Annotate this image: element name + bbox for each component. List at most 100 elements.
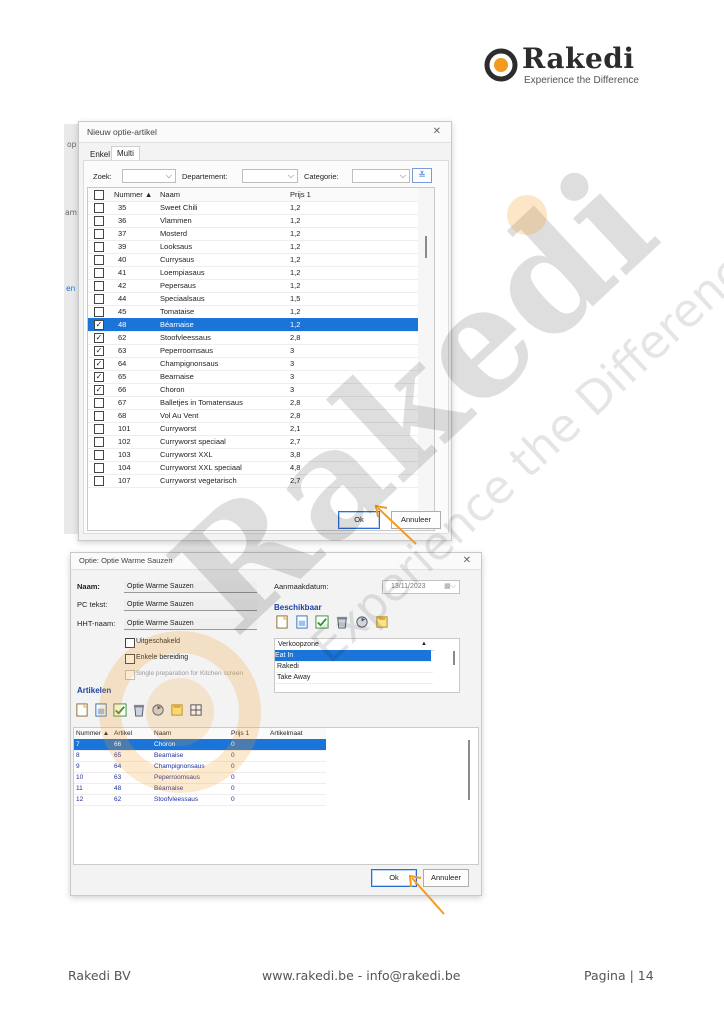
cell-naam: Vol Au Vent <box>160 411 199 420</box>
grid-scrollbar[interactable] <box>418 188 434 530</box>
sales-zone-item[interactable]: Take Away <box>275 672 433 684</box>
table-row[interactable]: 67 Balletjes in Tomatensaus 2,8 <box>88 396 418 410</box>
new-icon[interactable] <box>275 615 289 629</box>
cell-nummer: 103 <box>118 450 131 459</box>
table-row[interactable]: 35 Sweet Chili 1,2 <box>88 201 418 215</box>
table-row[interactable]: 44 Speciaalsaus 1,5 <box>88 292 418 306</box>
cell-nummer: 36 <box>118 216 127 225</box>
row-checkbox[interactable] <box>94 450 104 460</box>
column-header-nummer[interactable]: Nummer ▲ <box>114 188 152 201</box>
row-checkbox[interactable] <box>94 307 104 317</box>
department-select[interactable]: ⌵ <box>242 169 298 183</box>
scrollbar-thumb[interactable] <box>468 740 470 800</box>
column-header-artikelmaat[interactable]: Artikelmaat <box>270 728 303 739</box>
scrollbar-thumb[interactable] <box>425 236 427 258</box>
note-icon[interactable] <box>170 703 184 717</box>
table-row[interactable]: 12 62 Stoofvleessaus 0 <box>74 794 326 806</box>
pc-text-label: PC tekst: <box>77 600 108 609</box>
table-row[interactable]: 107 Curryworst vegetarisch 2,7 <box>88 474 418 488</box>
row-checkbox[interactable] <box>94 476 104 486</box>
row-checkbox[interactable] <box>94 437 104 447</box>
row-checkbox[interactable] <box>94 281 104 291</box>
search-input[interactable]: ⌵ <box>122 169 176 183</box>
dialog-title: Nieuw optie-artikel <box>87 127 157 137</box>
note-icon[interactable] <box>375 615 389 629</box>
table-row[interactable]: 45 Tomataise 1,2 <box>88 305 418 319</box>
hht-name-input[interactable]: Optie Warme Sauzen <box>124 618 257 630</box>
cell-nummer: 39 <box>118 242 127 251</box>
table-row[interactable]: ✓ 66 Choron 3 <box>88 383 418 397</box>
table-row[interactable]: ✓ 62 Stoofvleessaus 2,8 <box>88 331 418 345</box>
row-checkbox[interactable] <box>94 203 104 213</box>
delete-icon[interactable] <box>335 615 349 629</box>
row-checkbox[interactable]: ✓ <box>94 372 104 382</box>
creation-date-field[interactable]: 13/11/2023 ▦⌵ <box>382 580 460 594</box>
uitgeschakeld-checkbox[interactable]: Uitgeschakeld <box>125 637 265 649</box>
check-icon[interactable] <box>315 615 329 629</box>
close-icon[interactable]: ✕ <box>463 553 471 569</box>
row-checkbox[interactable] <box>94 294 104 304</box>
table-row[interactable]: 102 Curryworst speciaal 2,7 <box>88 435 418 449</box>
table-row[interactable]: 41 Loempiasaus 1,2 <box>88 266 418 280</box>
delete-icon[interactable] <box>132 703 146 717</box>
multi-tab-panel: Zoek: ⌵ Departement: ⌵ Categorie: ⌵ ≚ Nu… <box>83 160 449 534</box>
footer-page-number: Pagina | 14 <box>584 968 654 983</box>
cell-naam: Champignonsaus <box>160 359 219 368</box>
table-row[interactable]: ✓ 65 Bearnaise 3 <box>88 370 418 384</box>
pc-text-input[interactable]: Optie Warme Sauzen <box>124 599 257 611</box>
table-row[interactable]: 101 Curryworst 2,1 <box>88 422 418 436</box>
table-row[interactable]: ✓ 64 Champignonsaus 3 <box>88 357 418 371</box>
expand-filter-button[interactable]: ≚ <box>412 168 432 183</box>
row-checkbox[interactable]: ✓ <box>94 385 104 395</box>
row-checkbox[interactable]: ✓ <box>94 333 104 343</box>
table-row[interactable]: 104 Curryworst XXL speciaal 4,8 <box>88 461 418 475</box>
enkele-bereiding-checkbox[interactable]: Enkele bereiding <box>125 653 265 665</box>
table-row[interactable]: 42 Pepersaus 1,2 <box>88 279 418 293</box>
row-checkbox[interactable] <box>94 398 104 408</box>
table-row[interactable]: 103 Curryworst XXL 3,8 <box>88 448 418 462</box>
new-icon[interactable] <box>75 703 89 717</box>
edit-icon[interactable] <box>295 615 309 629</box>
behind-fragment-3: en <box>66 284 76 293</box>
cell-artikel: 65 <box>114 752 122 759</box>
edit-icon[interactable] <box>94 703 108 717</box>
table-row[interactable]: ✓ 48 Béarnaise 1,2 <box>88 318 418 332</box>
row-checkbox[interactable] <box>94 229 104 239</box>
row-checkbox[interactable]: ✓ <box>94 320 104 330</box>
select-all-checkbox[interactable] <box>94 190 104 200</box>
cell-naam: Tomataise <box>160 307 195 316</box>
refresh-icon[interactable] <box>151 703 165 717</box>
column-header-naam[interactable]: Naam <box>154 728 171 739</box>
kitchen-screen-checkbox[interactable]: Single preparation for Kitchen screen <box>125 669 275 681</box>
grid-icon[interactable] <box>189 703 203 717</box>
column-header-nummer[interactable]: Nummer ▲ <box>76 728 109 739</box>
refresh-icon[interactable] <box>355 615 369 629</box>
row-checkbox[interactable] <box>94 242 104 252</box>
table-row[interactable]: 40 Currysaus 1,2 <box>88 253 418 267</box>
column-header-naam[interactable]: Naam <box>160 188 180 201</box>
row-checkbox[interactable] <box>94 255 104 265</box>
table-row[interactable]: 68 Vol Au Vent 2,8 <box>88 409 418 423</box>
cell-naam: Sweet Chili <box>160 203 198 212</box>
scrollbar-thumb[interactable] <box>453 651 455 665</box>
naam-input[interactable]: Optie Warme Sauzen <box>124 581 257 593</box>
close-icon[interactable]: ✕ <box>433 122 441 142</box>
row-checkbox[interactable] <box>94 463 104 473</box>
table-row[interactable]: ✓ 63 Peperroomsaus 3 <box>88 344 418 358</box>
calendar-icon[interactable]: ▦⌵ <box>444 581 456 593</box>
table-row[interactable]: 36 Vlammen 1,2 <box>88 214 418 228</box>
row-checkbox[interactable]: ✓ <box>94 346 104 356</box>
row-checkbox[interactable] <box>94 424 104 434</box>
category-select[interactable]: ⌵ <box>352 169 410 183</box>
column-header-prijs[interactable]: Prijs 1 <box>231 728 249 739</box>
row-checkbox[interactable] <box>94 216 104 226</box>
row-checkbox[interactable] <box>94 268 104 278</box>
row-checkbox[interactable]: ✓ <box>94 359 104 369</box>
check-icon[interactable] <box>113 703 127 717</box>
table-row[interactable]: 37 Mosterd 1,2 <box>88 227 418 241</box>
column-header-prijs[interactable]: Prijs 1 <box>290 188 311 201</box>
table-row[interactable]: 39 Looksaus 1,2 <box>88 240 418 254</box>
tab-multi[interactable]: Multi <box>111 146 140 160</box>
column-header-artikel[interactable]: Artikel <box>114 728 132 739</box>
row-checkbox[interactable] <box>94 411 104 421</box>
